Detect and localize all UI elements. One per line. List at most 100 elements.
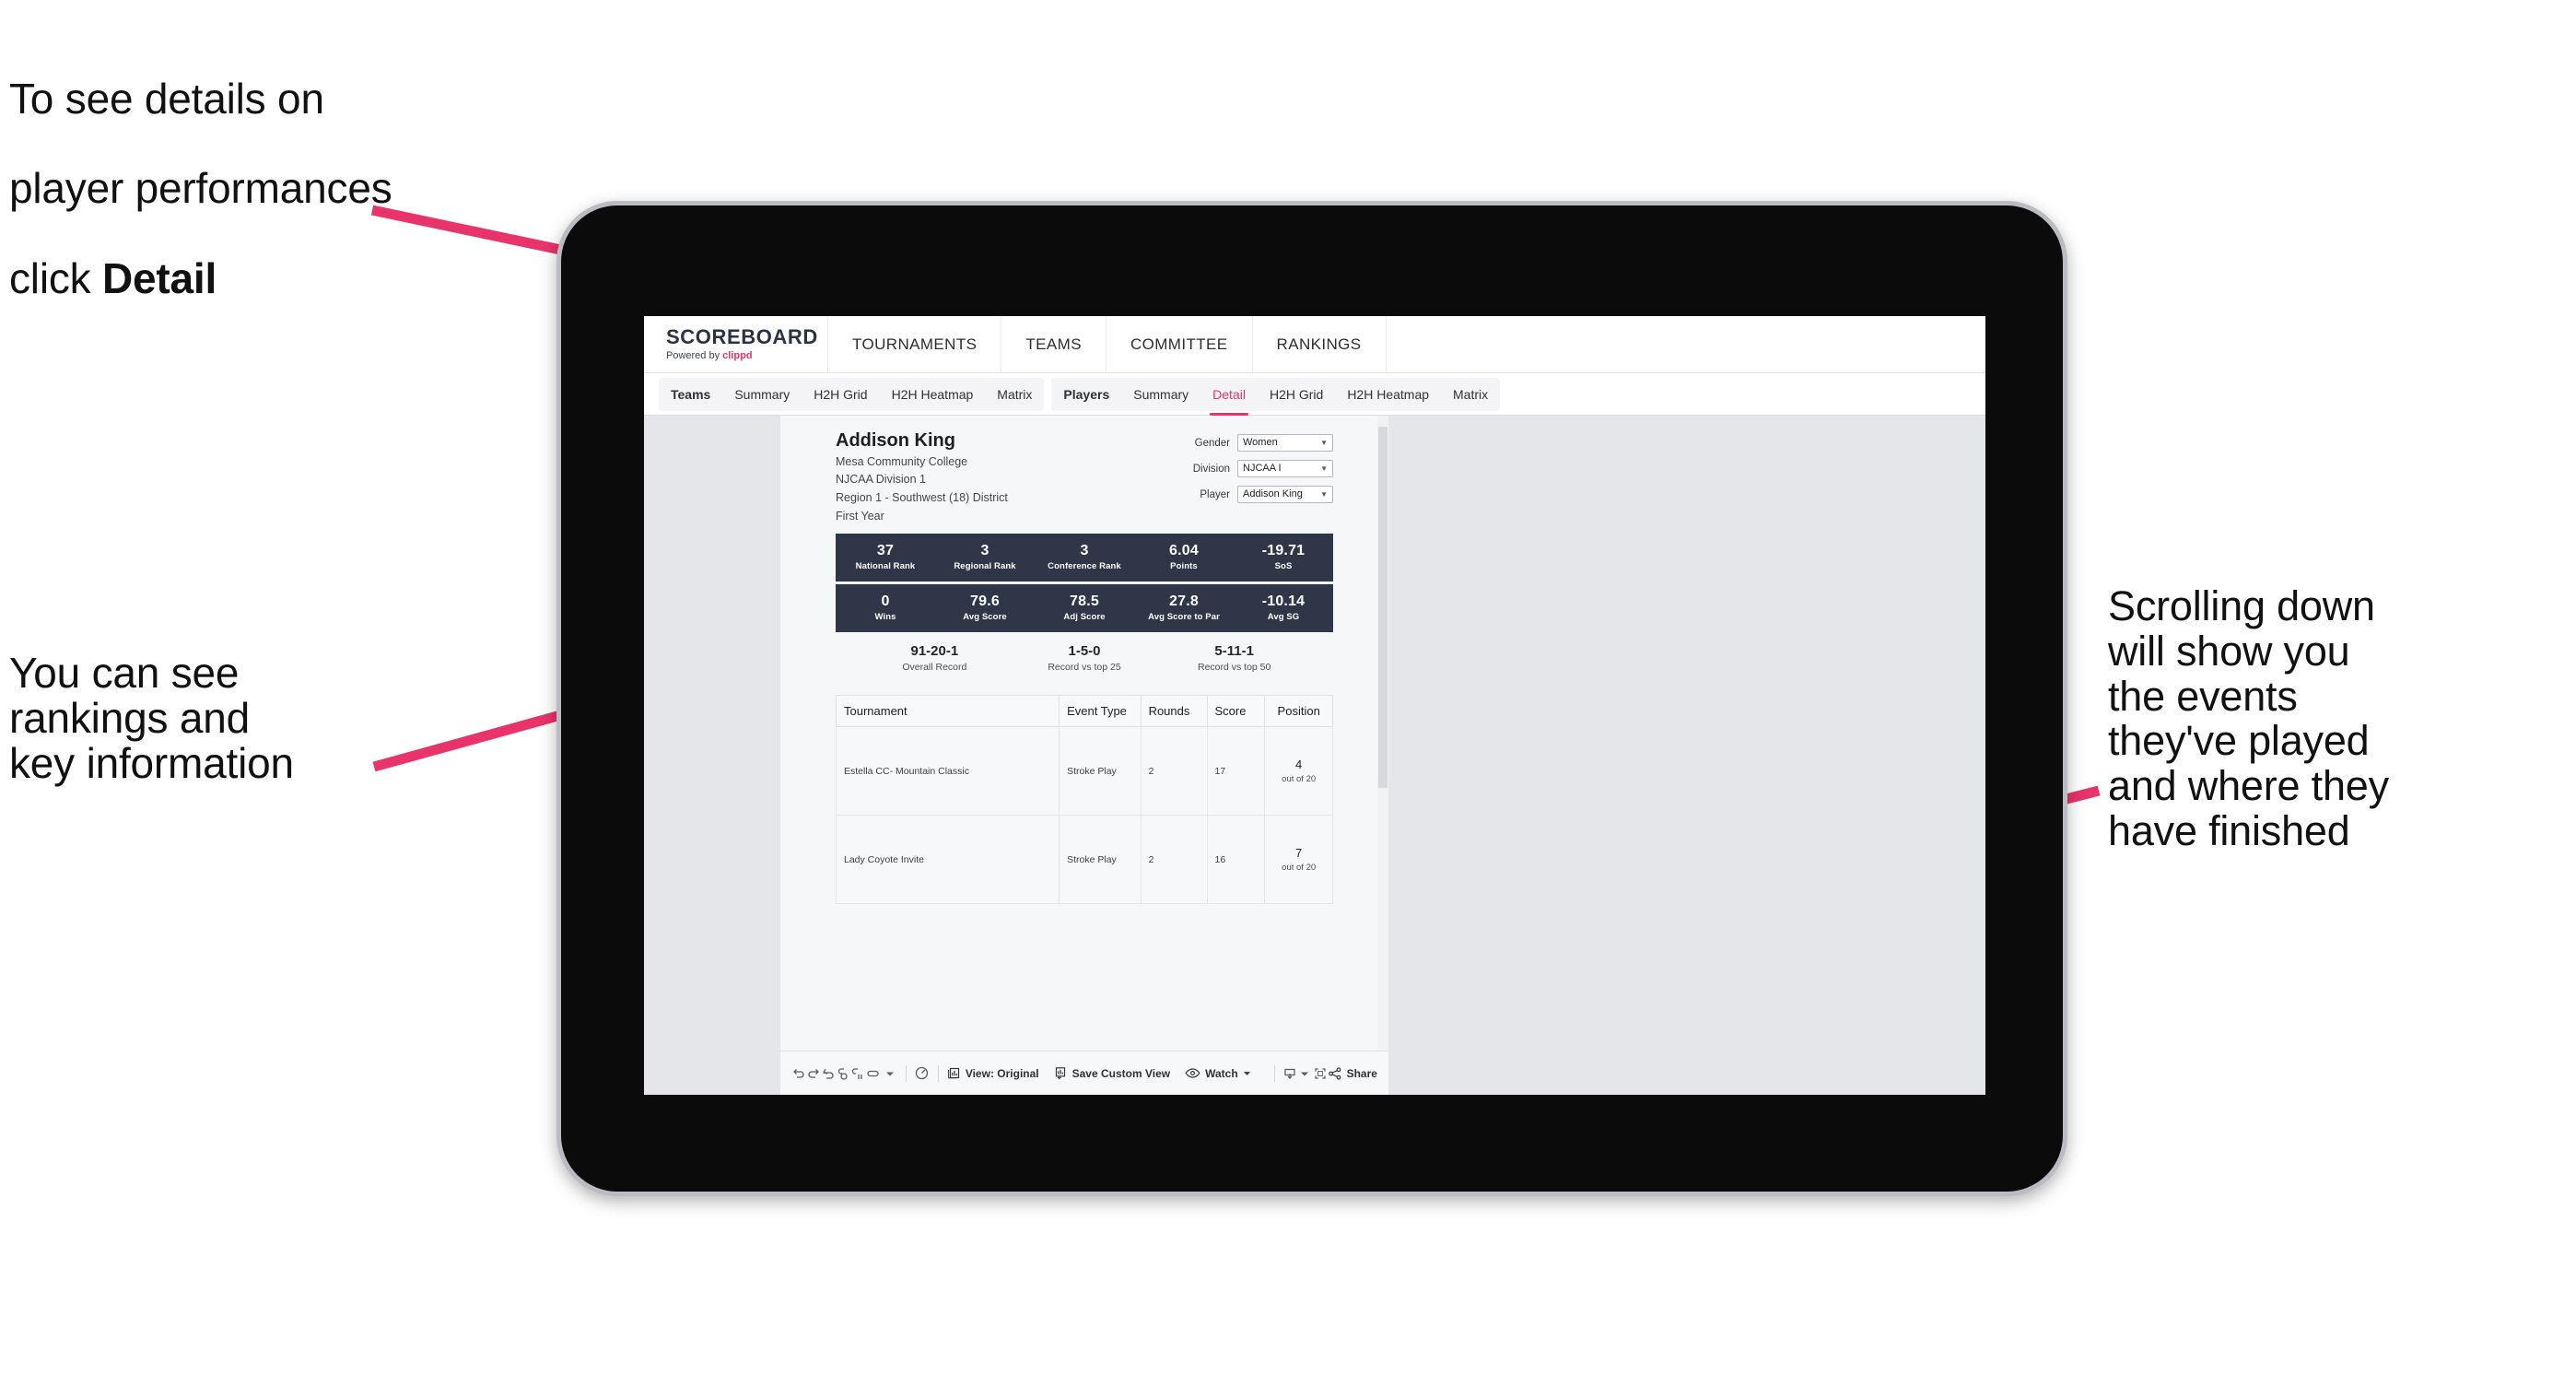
- cell-position: 4 out of 20: [1264, 726, 1333, 816]
- filter-player-label: Player: [1200, 488, 1230, 500]
- toolbar-divider: [905, 1064, 907, 1082]
- filter-gender-value: Women: [1243, 437, 1278, 448]
- stat-national-rank: 37 National Rank: [836, 543, 935, 572]
- download-icon[interactable]: [1282, 1062, 1297, 1086]
- cell-rounds: 2: [1140, 726, 1208, 816]
- refresh-icon[interactable]: [836, 1062, 850, 1086]
- share-icon: [1328, 1066, 1341, 1080]
- cell-score: 16: [1206, 815, 1266, 905]
- watch-button[interactable]: Watch: [1185, 1067, 1251, 1080]
- filter-division-label: Division: [1192, 463, 1230, 475]
- nav-item-rankings[interactable]: RANKINGS: [1253, 316, 1387, 372]
- filter-division-value: NJCAA I: [1243, 463, 1282, 474]
- filter-division-select[interactable]: NJCAA I ▼: [1237, 460, 1333, 477]
- tab-teams-matrix[interactable]: Matrix: [985, 378, 1044, 411]
- annotation-line-3-prefix: click: [9, 253, 103, 302]
- filter-player-value: Addison King: [1243, 488, 1303, 499]
- tab-players-h2h-grid[interactable]: H2H Grid: [1258, 378, 1335, 411]
- tab-teams-summary[interactable]: Summary: [722, 378, 802, 411]
- position-field-size: out of 20: [1282, 862, 1317, 873]
- nav-item-committee[interactable]: COMMITTEE: [1107, 316, 1253, 372]
- player-detail-card: Addison King Mesa Community College NJCA…: [835, 423, 1333, 905]
- stat-sos: -19.71 SoS: [1234, 543, 1333, 572]
- position-value: 4: [1295, 757, 1303, 771]
- column-score[interactable]: Score: [1206, 695, 1266, 728]
- player-school: Mesa Community College: [836, 454, 968, 468]
- record-vs-top-50: 5-11-1 Record vs top 50: [1159, 643, 1309, 673]
- vertical-scrollbar[interactable]: [1377, 416, 1388, 1051]
- view-original-button[interactable]: View: Original: [947, 1066, 1039, 1080]
- column-rounds[interactable]: Rounds: [1140, 695, 1208, 728]
- filter-panel: Gender Women ▼ Division NJCAA I ▼ Player…: [1193, 430, 1333, 525]
- column-tournament[interactable]: Tournament: [835, 695, 1060, 728]
- stat-avg-sg: -10.14 Avg SG: [1234, 593, 1333, 623]
- fullscreen-icon[interactable]: [1313, 1062, 1328, 1086]
- column-position[interactable]: Position: [1264, 695, 1333, 728]
- record-label: Record vs top 25: [1048, 662, 1121, 674]
- filter-gender-select[interactable]: Women ▼: [1237, 434, 1333, 452]
- chevron-down-icon[interactable]: [882, 1062, 896, 1086]
- record-vs-top-25: 1-5-0 Record vs top 25: [1010, 642, 1160, 674]
- tab-players-detail[interactable]: Detail: [1200, 378, 1258, 416]
- table-row[interactable]: Lady Coyote Invite Stroke Play 2 16 7 ou…: [835, 815, 1333, 905]
- save-custom-view-label: Save Custom View: [1071, 1066, 1171, 1080]
- watch-label: Watch: [1205, 1066, 1238, 1080]
- cell-position: 7 out of 20: [1264, 815, 1333, 905]
- stat-value: 3: [1080, 542, 1089, 558]
- cell-tournament: Lady Coyote Invite: [835, 815, 1060, 905]
- nav-item-tournaments[interactable]: TOURNAMENTS: [828, 316, 1002, 372]
- tab-players-summary[interactable]: Summary: [1121, 378, 1200, 411]
- revert-icon[interactable]: [821, 1062, 836, 1086]
- tab-players[interactable]: Players: [1051, 378, 1121, 411]
- tab-group-players: Players Summary Detail H2H Grid H2H Heat…: [1051, 377, 1501, 416]
- tab-players-h2h-heatmap[interactable]: H2H Heatmap: [1335, 378, 1441, 411]
- chevron-down-icon: ▼: [1320, 464, 1328, 473]
- table-row[interactable]: Estella CC- Mountain Classic Stroke Play…: [835, 726, 1333, 816]
- nav-item-teams[interactable]: TEAMS: [1001, 316, 1107, 372]
- brand-tagline: Powered by clippd: [666, 351, 827, 361]
- stats-band-scoring: 0 Wins 79.6 Avg Score 78.5 Adj Score 27.…: [836, 583, 1333, 632]
- scrollbar-thumb[interactable]: [1378, 427, 1388, 788]
- clock-icon[interactable]: [914, 1062, 930, 1086]
- record-value: 91-20-1: [910, 642, 959, 659]
- stat-value: -19.71: [1261, 542, 1306, 558]
- brand-clippd: clippd: [722, 350, 753, 361]
- redo-icon[interactable]: [806, 1062, 821, 1086]
- stat-label: Points: [1170, 561, 1198, 572]
- save-chart-icon: [1055, 1067, 1065, 1080]
- undo-icon[interactable]: [791, 1062, 806, 1086]
- annotation-line-2: player performances: [9, 164, 392, 213]
- record-value: 1-5-0: [1068, 642, 1101, 659]
- player-region: Region 1 - Southwest (18) District: [836, 491, 1008, 505]
- cell-score: 17: [1206, 726, 1266, 816]
- player-header: Addison King Mesa Community College NJCA…: [836, 423, 1333, 525]
- save-custom-view-button[interactable]: Save Custom View: [1054, 1066, 1171, 1080]
- table-header: Tournament Event Type Rounds Score Posit…: [835, 695, 1333, 728]
- chevron-down-icon: ▼: [1320, 438, 1328, 447]
- cell-event-type: Stroke Play: [1059, 815, 1142, 905]
- records-row: 91-20-1 Overall Record 1-5-0 Record vs t…: [836, 642, 1333, 674]
- tab-teams[interactable]: Teams: [659, 378, 722, 411]
- chevron-down-icon[interactable]: [1297, 1062, 1312, 1086]
- stat-value: 3: [980, 542, 989, 558]
- stat-label: Regional Rank: [954, 561, 1016, 572]
- brand-logo: SCOREBOARD Powered by clippd: [644, 316, 828, 372]
- pill-icon[interactable]: [865, 1062, 882, 1086]
- tab-teams-h2h-heatmap[interactable]: H2H Heatmap: [880, 378, 986, 411]
- stat-label: National Rank: [855, 561, 916, 572]
- tab-teams-h2h-grid[interactable]: H2H Grid: [802, 378, 879, 411]
- share-button[interactable]: Share: [1328, 1066, 1377, 1081]
- filter-player-select[interactable]: Addison King ▼: [1237, 486, 1333, 503]
- stat-label: Avg SG: [1267, 612, 1300, 623]
- annotation-detail-tab: To see details on player performances cl…: [9, 31, 599, 301]
- cell-rounds: 2: [1140, 815, 1208, 905]
- column-event-type[interactable]: Event Type: [1059, 695, 1142, 728]
- stat-value: 37: [876, 542, 895, 558]
- pause-icon[interactable]: [850, 1062, 865, 1086]
- stat-value: 6.04: [1169, 542, 1199, 558]
- player-division: NJCAA Division 1: [836, 473, 926, 487]
- chart-icon: [947, 1067, 959, 1079]
- annotation-line-3-bold: Detail: [102, 253, 217, 302]
- tab-players-matrix[interactable]: Matrix: [1441, 378, 1500, 411]
- dashboard-toolbar: View: Original Save Custom View Watch Sh…: [780, 1051, 1388, 1095]
